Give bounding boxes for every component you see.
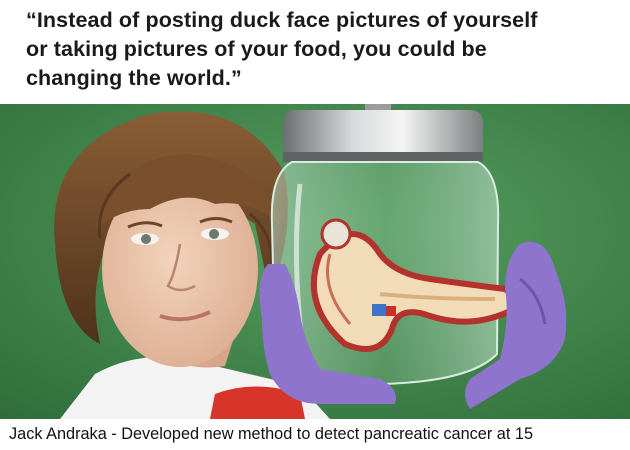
meme-quote: “Instead of posting duck face pictures o… [26, 6, 626, 93]
photo [0, 104, 630, 419]
quote-line-1: “Instead of posting duck face pictures o… [26, 8, 538, 32]
quote-line-3: changing the world.” [26, 66, 242, 90]
photo-caption: Jack Andraka - Developed new method to d… [9, 425, 534, 443]
photo-illustration [0, 104, 630, 419]
jar-lid [283, 104, 483, 162]
quote-line-2: or taking pictures of your food, you cou… [26, 37, 487, 61]
